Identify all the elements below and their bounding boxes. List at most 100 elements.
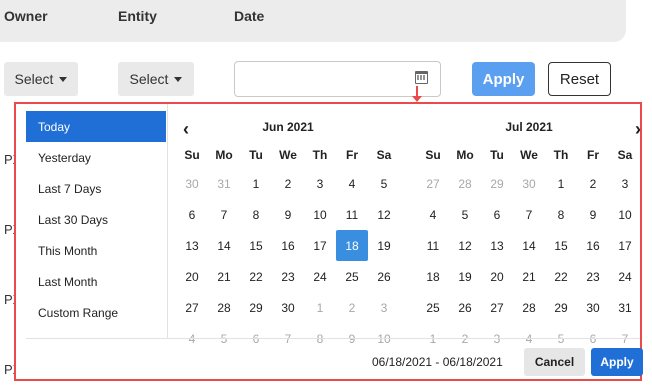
calendar-day[interactable]: 17: [304, 230, 336, 261]
range-item-yesterday[interactable]: Yesterday: [26, 142, 166, 173]
range-item-today[interactable]: Today: [26, 111, 166, 142]
calendar-day[interactable]: 18: [417, 261, 449, 292]
calendar-icon[interactable]: [415, 71, 428, 84]
calendar-day[interactable]: 26: [368, 261, 400, 292]
calendar-grid: Su Mo Tu We Th Fr Sa 27 28 29 30 1 2 3 4 5 6 7 8 9 10 11 12 13 1…: [417, 142, 641, 354]
calendar-day[interactable]: 7: [513, 199, 545, 230]
calendar-day[interactable]: 3: [368, 292, 400, 323]
calendar-day[interactable]: 20: [481, 261, 513, 292]
calendar-day[interactable]: 28: [513, 292, 545, 323]
calendar-day[interactable]: 15: [545, 230, 577, 261]
calendar-day[interactable]: 5: [449, 199, 481, 230]
weekday-header: Sa: [376, 148, 392, 162]
calendar-day[interactable]: 14: [513, 230, 545, 261]
calendar-day[interactable]: 27: [176, 292, 208, 323]
entity-column-header: Entity: [118, 8, 157, 24]
calendar-day[interactable]: 24: [304, 261, 336, 292]
calendar-day[interactable]: 30: [577, 292, 609, 323]
calendar-day-selected[interactable]: 18: [336, 230, 368, 261]
calendar-day[interactable]: 19: [449, 261, 481, 292]
calendar-day[interactable]: 3: [304, 168, 336, 199]
calendar-day[interactable]: 11: [336, 199, 368, 230]
calendar-day[interactable]: 4: [336, 168, 368, 199]
calendar-day[interactable]: 6: [176, 199, 208, 230]
apply-button[interactable]: Apply: [591, 348, 643, 376]
calendar-grid: Su Mo Tu We Th Fr Sa 30 31 1 2 3 4 5 6 7 8 9 10 11 12 13 14 15 1…: [176, 142, 400, 354]
weekday-header: Tu: [249, 148, 263, 162]
calendar-day[interactable]: 31: [208, 168, 240, 199]
calendar-day[interactable]: 27: [417, 168, 449, 199]
calendar-day[interactable]: 3: [609, 168, 641, 199]
caret-down-icon: [59, 77, 68, 82]
calendar-day[interactable]: 15: [240, 230, 272, 261]
calendar-day[interactable]: 17: [609, 230, 641, 261]
calendar-day[interactable]: 7: [208, 199, 240, 230]
range-item-this-month[interactable]: This Month: [26, 235, 166, 266]
apply-filter-button[interactable]: Apply: [472, 62, 535, 96]
calendar-day[interactable]: 27: [481, 292, 513, 323]
calendar-day[interactable]: 8: [545, 199, 577, 230]
calendar-day[interactable]: 29: [545, 292, 577, 323]
picker-divider: [167, 104, 168, 339]
calendar-day[interactable]: 6: [481, 199, 513, 230]
date-range-input[interactable]: [234, 61, 441, 97]
calendar-day[interactable]: 21: [208, 261, 240, 292]
range-item-custom-range[interactable]: Custom Range: [26, 297, 166, 328]
range-item-last-month[interactable]: Last Month: [26, 266, 166, 297]
calendar-day[interactable]: 28: [208, 292, 240, 323]
calendar-day[interactable]: 25: [417, 292, 449, 323]
chevron-right-icon[interactable]: ›: [635, 120, 641, 138]
calendar-day[interactable]: 26: [449, 292, 481, 323]
calendar-day[interactable]: 29: [240, 292, 272, 323]
chevron-left-icon[interactable]: ‹: [183, 120, 189, 138]
entity-select-label: Select: [129, 71, 169, 87]
calendar-day[interactable]: 8: [240, 199, 272, 230]
calendar-day[interactable]: 2: [577, 168, 609, 199]
calendar-day[interactable]: 1: [545, 168, 577, 199]
calendar-day[interactable]: 14: [208, 230, 240, 261]
calendar-day[interactable]: 30: [513, 168, 545, 199]
range-item-last-30-days[interactable]: Last 30 Days: [26, 204, 166, 235]
calendar-day[interactable]: 23: [577, 261, 609, 292]
calendar-day[interactable]: 12: [368, 199, 400, 230]
calendar-day[interactable]: 20: [176, 261, 208, 292]
calendar-day[interactable]: 22: [545, 261, 577, 292]
calendar-day[interactable]: 28: [449, 168, 481, 199]
calendar-day[interactable]: 4: [417, 199, 449, 230]
calendar-day[interactable]: 25: [336, 261, 368, 292]
calendar-day[interactable]: 12: [449, 230, 481, 261]
calendar-day[interactable]: 24: [609, 261, 641, 292]
calendar-day[interactable]: 21: [513, 261, 545, 292]
calendar-day[interactable]: 30: [176, 168, 208, 199]
calendar-day[interactable]: 2: [336, 292, 368, 323]
calendar-day[interactable]: 31: [609, 292, 641, 323]
calendar-day[interactable]: 13: [481, 230, 513, 261]
calendar-left: ‹ Jun 2021 Su Mo Tu We Th Fr Sa 30 31 1 2 3 4 5 6 7 8 9 10…: [176, 112, 400, 354]
entity-select[interactable]: Select: [118, 62, 194, 96]
calendar-day[interactable]: 5: [368, 168, 400, 199]
calendar-day[interactable]: 16: [577, 230, 609, 261]
calendar-month-title: Jul 2021: [505, 120, 553, 134]
calendar-day[interactable]: 30: [272, 292, 304, 323]
owner-select[interactable]: Select: [4, 62, 78, 96]
weekday-header: We: [279, 148, 297, 162]
calendar-day[interactable]: 29: [481, 168, 513, 199]
calendar-day[interactable]: 22: [240, 261, 272, 292]
filter-header-panel: [0, 0, 626, 42]
range-item-last-7-days[interactable]: Last 7 Days: [26, 173, 166, 204]
calendar-day[interactable]: 1: [304, 292, 336, 323]
calendar-day[interactable]: 9: [272, 199, 304, 230]
calendar-day[interactable]: 23: [272, 261, 304, 292]
calendar-day[interactable]: 9: [577, 199, 609, 230]
calendar-day[interactable]: 16: [272, 230, 304, 261]
calendar-day[interactable]: 10: [304, 199, 336, 230]
reset-filter-button[interactable]: Reset: [548, 62, 611, 96]
calendar-day[interactable]: 2: [272, 168, 304, 199]
cancel-button[interactable]: Cancel: [524, 348, 585, 376]
calendar-day[interactable]: 19: [368, 230, 400, 261]
calendar-day[interactable]: 11: [417, 230, 449, 261]
calendar-day[interactable]: 1: [240, 168, 272, 199]
calendar-day[interactable]: 13: [176, 230, 208, 261]
weekday-header: Su: [184, 148, 200, 162]
calendar-day[interactable]: 10: [609, 199, 641, 230]
